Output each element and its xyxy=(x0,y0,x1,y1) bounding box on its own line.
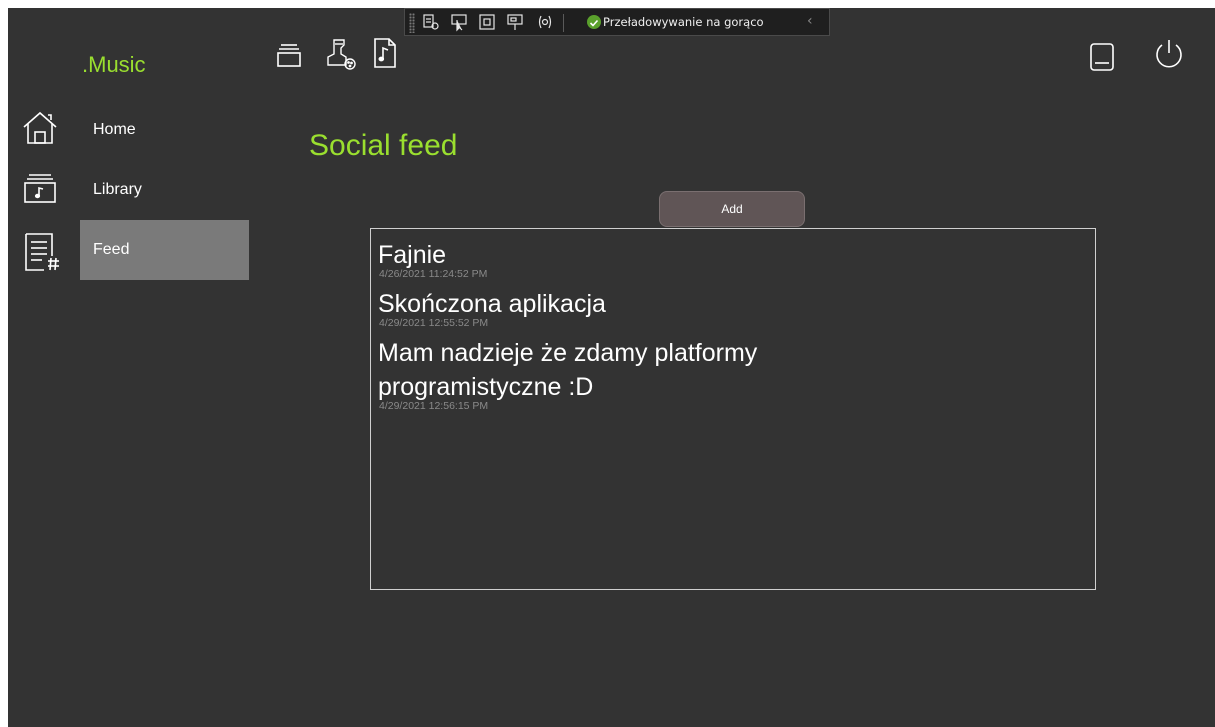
post-text: Skończona aplikacja xyxy=(378,290,606,318)
display-adorners-icon[interactable] xyxy=(477,12,497,32)
post-date: 4/29/2021 12:55:52 PM xyxy=(379,317,489,329)
library-icon[interactable] xyxy=(24,172,56,204)
sidebar-item-feed[interactable]: Feed xyxy=(80,220,249,280)
page-title: Social feed xyxy=(309,129,458,162)
post-text: Fajnie xyxy=(378,241,447,269)
list-item[interactable]: Mam nadzieje że zdamy platformy programi… xyxy=(378,336,1095,413)
debug-toolbar: Przeładowywanie na gorąco ‹ xyxy=(404,8,830,36)
artist-icon[interactable] xyxy=(326,36,358,72)
list-item[interactable]: Fajnie 4/26/2021 11:24:52 PM xyxy=(378,238,1095,281)
binding-failures-icon[interactable] xyxy=(535,12,555,32)
toolbar-grip[interactable] xyxy=(409,13,415,33)
list-item[interactable]: Skończona aplikacja 4/29/2021 12:55:52 P… xyxy=(378,287,1095,330)
sidebar-item-library[interactable]: Library xyxy=(80,160,249,220)
home-icon[interactable] xyxy=(22,109,58,145)
live-visual-tree-icon[interactable] xyxy=(421,12,441,32)
feed-list[interactable]: Fajnie 4/26/2021 11:24:52 PM Skończona a… xyxy=(370,228,1096,590)
hot-reload-label[interactable]: Przeładowywanie na gorąco xyxy=(603,15,764,29)
sidebar-item-home[interactable]: Home xyxy=(80,100,249,160)
collapse-toolbar-icon[interactable]: ‹ xyxy=(807,13,813,29)
feed-icon[interactable] xyxy=(24,232,60,272)
hot-reload-status-icon xyxy=(587,15,601,29)
app-window: Przeładowywanie na gorąco ‹ .Music Home … xyxy=(8,8,1215,727)
post-date: 4/26/2021 11:24:52 PM xyxy=(379,268,488,280)
select-element-icon[interactable] xyxy=(449,12,469,32)
app-brand: .Music xyxy=(82,52,146,77)
sidebar-item-label: Home xyxy=(93,121,136,138)
minimize-window-icon[interactable] xyxy=(1089,42,1115,72)
add-post-button[interactable]: Add xyxy=(659,191,805,227)
sidebar-item-label: Feed xyxy=(93,241,130,258)
power-icon[interactable] xyxy=(1152,38,1186,72)
music-file-icon[interactable] xyxy=(373,37,397,69)
post-date: 4/29/2021 12:56:15 PM xyxy=(379,400,489,412)
sidebar-item-label: Library xyxy=(93,181,142,198)
post-text: Mam nadzieje że zdamy platformy programi… xyxy=(378,339,758,401)
toolbar-separator xyxy=(563,14,564,32)
track-focus-icon[interactable] xyxy=(505,12,525,32)
albums-stack-icon[interactable] xyxy=(277,39,301,69)
